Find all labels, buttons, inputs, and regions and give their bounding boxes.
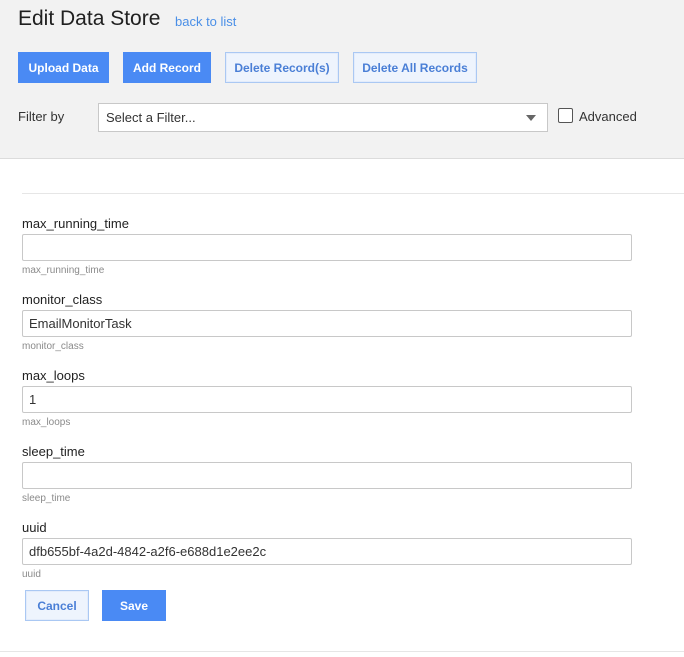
field-label-max-running-time: max_running_time (22, 216, 129, 231)
upload-data-button[interactable]: Upload Data (18, 52, 109, 83)
field-label-monitor-class: monitor_class (22, 292, 103, 307)
field-label-uuid: uuid (22, 520, 47, 535)
field-hint-max-loops: max_loops (22, 417, 71, 428)
save-button[interactable]: Save (102, 590, 166, 621)
max-running-time-input[interactable] (22, 234, 632, 261)
delete-records-button[interactable]: Delete Record(s) (225, 52, 339, 83)
field-label-sleep-time: sleep_time (22, 444, 85, 459)
page-title: Edit Data Store (18, 7, 161, 30)
filter-label: Filter by (18, 109, 65, 124)
advanced-checkbox[interactable] (558, 108, 573, 123)
field-hint-max-running-time: max_running_time (22, 265, 105, 276)
footer-divider (0, 651, 684, 652)
filter-select[interactable]: Select a Filter... (98, 103, 548, 132)
section-divider (22, 193, 684, 194)
cancel-button[interactable]: Cancel (25, 590, 89, 621)
filter-select-value: Select a Filter... (106, 110, 196, 125)
field-label-max-loops: max_loops (22, 368, 85, 383)
page-header: Edit Data Store back to list Upload Data… (0, 0, 684, 159)
monitor-class-input[interactable] (22, 310, 632, 337)
field-hint-uuid: uuid (22, 569, 41, 580)
chevron-down-icon (526, 115, 536, 121)
back-to-list-link[interactable]: back to list (175, 14, 236, 29)
field-hint-monitor-class: monitor_class (22, 341, 84, 352)
add-record-button[interactable]: Add Record (123, 52, 211, 83)
uuid-input[interactable] (22, 538, 632, 565)
delete-all-records-button[interactable]: Delete All Records (353, 52, 477, 83)
max-loops-input[interactable] (22, 386, 632, 413)
advanced-label: Advanced (579, 109, 637, 124)
sleep-time-input[interactable] (22, 462, 632, 489)
field-hint-sleep-time: sleep_time (22, 493, 71, 504)
